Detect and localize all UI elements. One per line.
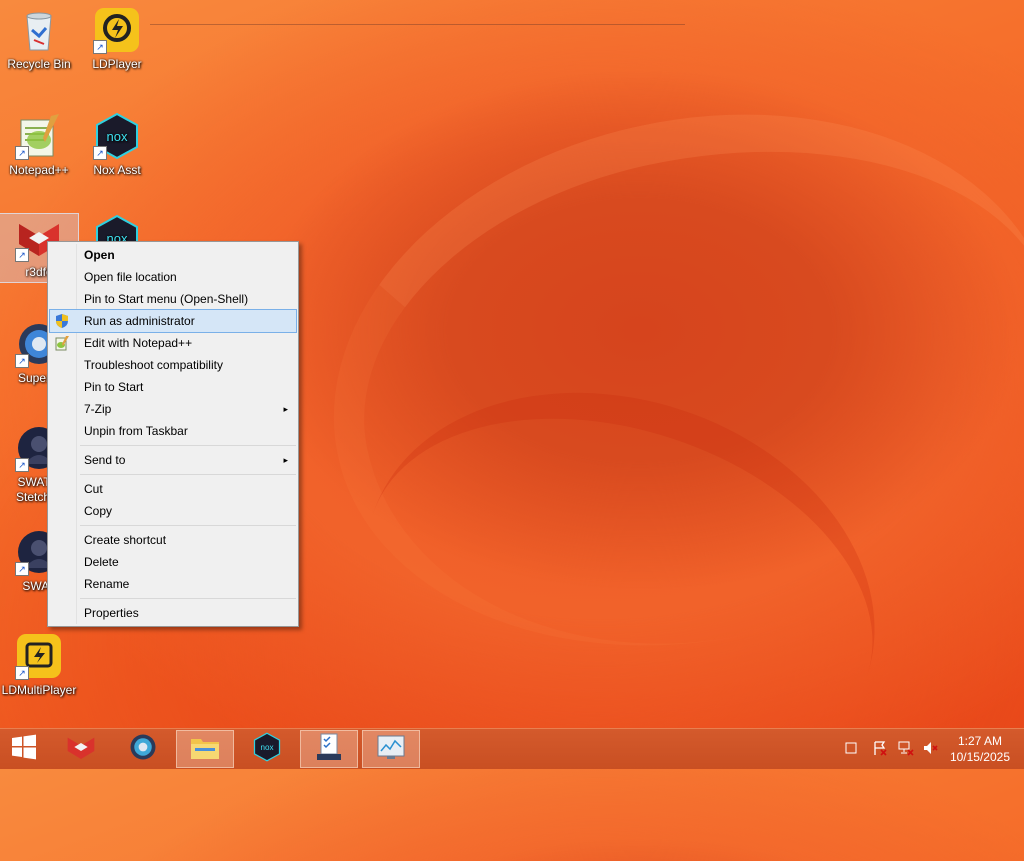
menu-item-send-to[interactable]: Send to ▸ — [50, 449, 296, 471]
svg-text:nox: nox — [260, 743, 273, 752]
nox-icon: nox ↗ — [93, 112, 141, 160]
menu-item-label: Create shortcut — [84, 533, 167, 547]
menu-item-create-shortcut[interactable]: Create shortcut — [50, 529, 296, 551]
shortcut-arrow-icon: ↗ — [15, 248, 29, 262]
taskbar-nox[interactable]: nox — [238, 730, 296, 768]
notepadpp-small-icon — [54, 335, 70, 351]
desktop-icon-label: LDPlayer — [92, 57, 142, 71]
menu-item-delete[interactable]: Delete — [50, 551, 296, 573]
shortcut-arrow-icon: ↗ — [15, 146, 29, 160]
shortcut-arrow-icon: ↗ — [15, 354, 29, 368]
submenu-arrow-icon: ▸ — [283, 455, 288, 465]
network-icon[interactable] — [898, 740, 914, 759]
windows-logo-icon — [10, 733, 38, 766]
browser-globe-icon — [128, 732, 158, 767]
shortcut-arrow-icon: ↗ — [93, 40, 107, 54]
start-button[interactable] — [0, 730, 48, 768]
taskbar-resource-monitor[interactable] — [362, 730, 420, 768]
desktop-icon-ldplayer[interactable]: ↗ LDPlayer — [78, 6, 156, 72]
clock-time: 1:27 AM — [957, 734, 1002, 748]
clock-date: 10/15/2025 — [949, 750, 1010, 764]
menu-item-label: Properties — [84, 606, 139, 620]
recycle-bin-icon — [15, 6, 63, 54]
folder-icon — [189, 733, 221, 766]
menu-item-label: Open file location — [84, 270, 177, 284]
shortcut-arrow-icon: ↗ — [15, 458, 29, 472]
submenu-arrow-icon: ▸ — [283, 404, 288, 414]
ldplayer-icon: ↗ — [93, 6, 141, 54]
desktop-icon-label: LDMultiPlayer — [1, 683, 77, 697]
menu-item-label: Rename — [84, 577, 130, 591]
wallpaper-line — [150, 24, 685, 25]
menu-item-label: Unpin from Taskbar — [84, 424, 188, 438]
desktop-icon-notepadpp[interactable]: ↗ Notepad++ — [0, 112, 78, 178]
menu-item-copy[interactable]: Copy — [50, 500, 296, 522]
menu-item-label: Send to — [84, 453, 126, 467]
action-center-flag-icon[interactable] — [872, 740, 888, 759]
menu-item-label: Cut — [84, 482, 103, 496]
menu-separator — [80, 525, 296, 526]
menu-item-label: 7-Zip — [84, 402, 112, 416]
menu-item-open[interactable]: Open — [50, 244, 296, 266]
ldmultiplayer-icon: ↗ — [15, 632, 63, 680]
context-menu: Open Open file location Pin to Start men… — [47, 241, 299, 627]
taskbar-browser[interactable] — [114, 730, 172, 768]
r3dfox-icon — [65, 731, 97, 768]
system-tray — [844, 729, 938, 769]
clock[interactable]: 1:27 AM 10/15/2025 — [950, 733, 1010, 765]
notepadpp-icon: ↗ — [15, 112, 63, 160]
menu-separator — [80, 474, 296, 475]
menu-item-pin-start-menu-openshell[interactable]: Pin to Start menu (Open-Shell) — [50, 288, 296, 310]
menu-item-cut[interactable]: Cut — [50, 478, 296, 500]
menu-item-label: Run as administrator — [84, 314, 195, 328]
taskbar: nox 1:27 AM 10/15/2025 — [0, 728, 1024, 769]
shortcut-arrow-icon: ↗ — [93, 146, 107, 160]
menu-item-label: Edit with Notepad++ — [84, 336, 193, 350]
desktop-icon-recycle-bin[interactable]: Recycle Bin — [0, 6, 78, 72]
monitor-graph-icon — [375, 733, 407, 766]
menu-item-run-as-administrator[interactable]: Run as administrator — [49, 309, 297, 333]
taskbar-file-explorer[interactable] — [176, 730, 234, 768]
desktop-icon-label: Notepad++ — [9, 163, 69, 177]
menu-item-unpin-from-taskbar[interactable]: Unpin from Taskbar — [50, 420, 296, 442]
menu-separator — [80, 598, 296, 599]
task-checklist-icon — [313, 732, 345, 767]
taskbar-task-manager[interactable] — [300, 730, 358, 768]
menu-item-pin-to-start[interactable]: Pin to Start — [50, 376, 296, 398]
desktop-icon-label: Recycle Bin — [7, 57, 71, 71]
menu-item-label: Delete — [84, 555, 119, 569]
taskbar-r3dfox[interactable] — [52, 730, 110, 768]
menu-separator — [80, 445, 296, 446]
desktop-icon-label: Nox Asst — [93, 163, 141, 177]
menu-item-troubleshoot-compatibility[interactable]: Troubleshoot compatibility — [50, 354, 296, 376]
menu-item-properties[interactable]: Properties — [50, 602, 296, 624]
uac-shield-icon — [54, 313, 70, 329]
svg-text:nox: nox — [107, 129, 128, 144]
tray-notification-icon[interactable] — [844, 741, 858, 758]
menu-item-edit-with-notepadpp[interactable]: Edit with Notepad++ — [50, 332, 296, 354]
menu-item-label: Troubleshoot compatibility — [84, 358, 223, 372]
shortcut-arrow-icon: ↗ — [15, 666, 29, 680]
menu-item-rename[interactable]: Rename — [50, 573, 296, 595]
desktop-icon-nox-asst[interactable]: nox ↗ Nox Asst — [78, 112, 156, 178]
menu-item-label: Open — [84, 248, 115, 262]
shortcut-arrow-icon: ↗ — [15, 562, 29, 576]
menu-item-label: Pin to Start — [84, 380, 144, 394]
menu-item-label: Copy — [84, 504, 113, 518]
menu-item-7zip[interactable]: 7-Zip ▸ — [50, 398, 296, 420]
menu-item-open-file-location[interactable]: Open file location — [50, 266, 296, 288]
desktop-icon-ldmultiplayer[interactable]: ↗ LDMultiPlayer — [0, 632, 78, 698]
volume-muted-icon[interactable] — [922, 740, 938, 759]
menu-item-label: Pin to Start menu (Open-Shell) — [84, 292, 249, 306]
nox-icon: nox — [252, 732, 282, 767]
